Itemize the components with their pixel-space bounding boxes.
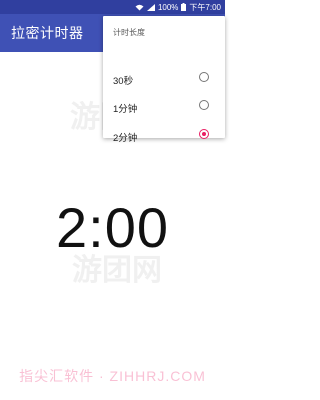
app-title: 拉密计时器 [11, 25, 84, 41]
menu-item-label: 1分钟 [113, 104, 138, 115]
menu-item-2min[interactable]: 2分钟 [103, 122, 225, 150]
menu-item-30s[interactable]: 30秒 [103, 65, 225, 93]
menu-item-1min[interactable]: 1分钟 [103, 93, 225, 121]
menu-title: 计时长度 [113, 28, 145, 37]
radio-button-selected[interactable] [199, 129, 209, 139]
menu-item-label: 2分钟 [113, 133, 138, 144]
battery-percent: 100% [157, 2, 179, 12]
signal-icon [146, 3, 155, 11]
radio-button[interactable] [199, 72, 209, 82]
bottom-watermark: 指尖汇软件 · ZIHHRJ.COM [19, 368, 206, 384]
duration-menu: 计时长度 30秒 1分钟 2分钟 [103, 16, 225, 144]
status-time: 下午7:00 [189, 2, 221, 12]
radio-button[interactable] [199, 100, 209, 110]
timer-display[interactable]: 2:00 [0, 196, 225, 260]
status-bar: 100% 下午7:00 [0, 0, 225, 14]
menu-item-label: 30秒 [113, 76, 134, 87]
wifi-icon [135, 4, 144, 11]
battery-icon [181, 3, 187, 11]
